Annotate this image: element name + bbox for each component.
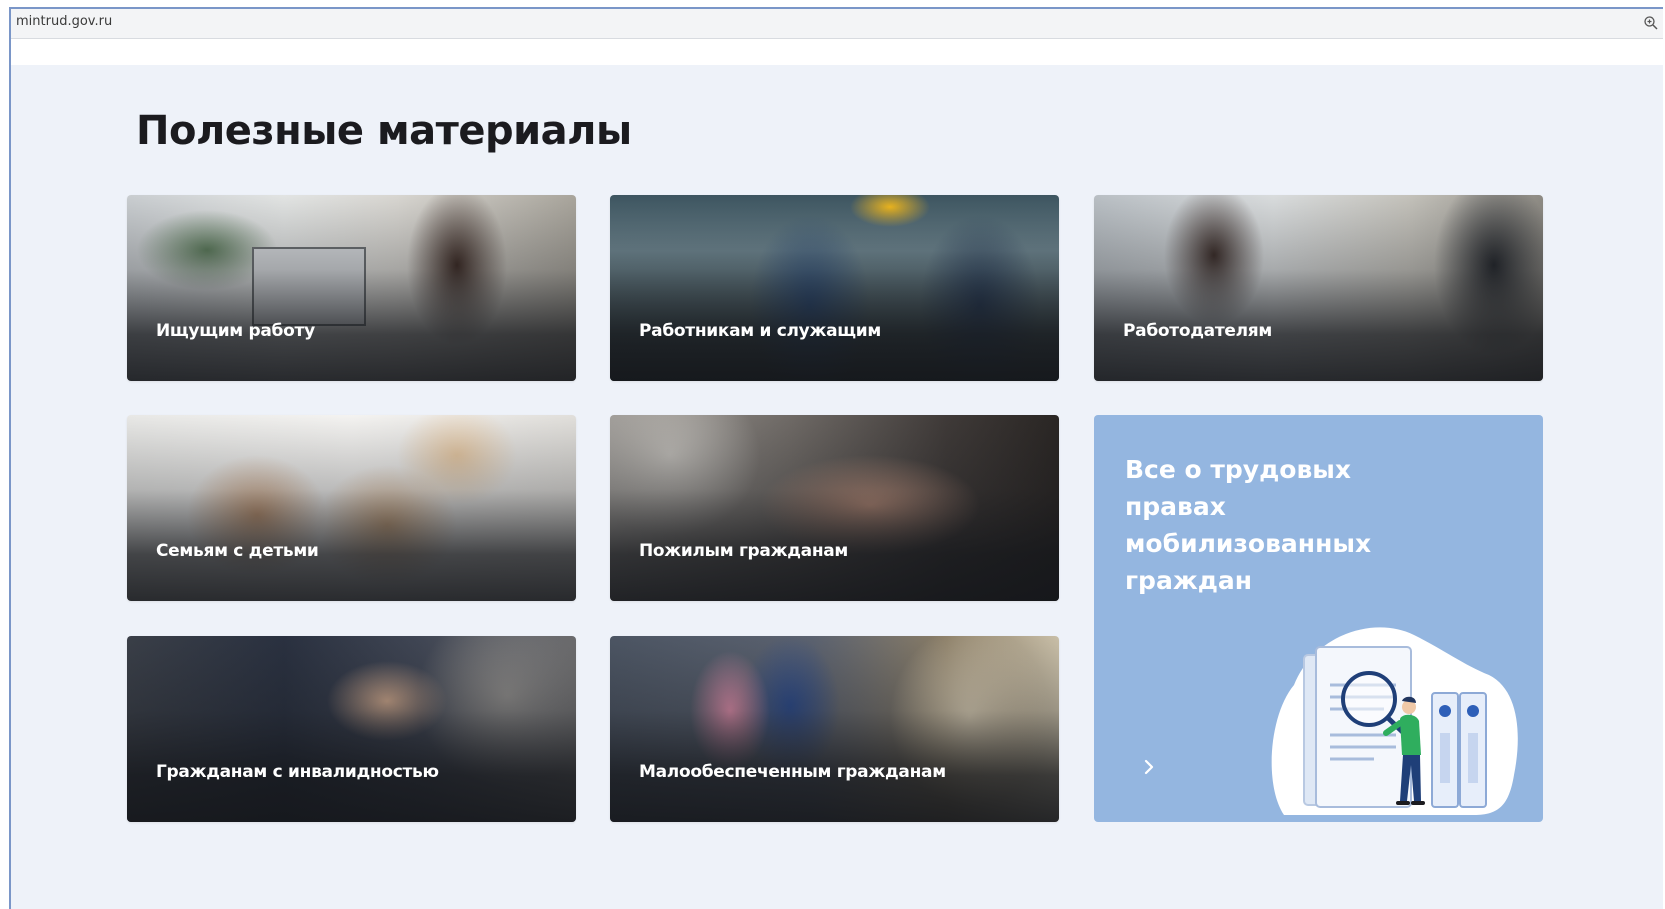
zoom-in-icon[interactable] [1643, 15, 1659, 31]
feature-title: Все о трудовых правах мобилизованных гра… [1125, 455, 1372, 595]
card-families[interactable]: Семьям с детьми [127, 415, 576, 601]
card-label: Гражданам с инвалидностью [156, 762, 439, 782]
card-employers[interactable]: Работодателям [1094, 195, 1543, 381]
card-low-income[interactable]: Малообеспеченным гражданам [610, 636, 1059, 822]
document-magnifier-illustration [1271, 627, 1518, 815]
url-text[interactable]: mintrud.gov.ru [16, 14, 112, 29]
card-label: Работодателям [1123, 321, 1272, 341]
useful-materials-section: Полезные материалы Ищущим работу Работни… [11, 65, 1663, 909]
card-elderly[interactable]: Пожилым гражданам [610, 415, 1059, 601]
card-disabled[interactable]: Гражданам с инвалидностью [127, 636, 576, 822]
card-label: Пожилым гражданам [639, 541, 849, 561]
browser-window: mintrud.gov.ru Полезные материалы Ищущим… [9, 7, 1663, 909]
card-job-seekers[interactable]: Ищущим работу [127, 195, 576, 381]
page-title: Полезные материалы [136, 108, 632, 154]
address-bar[interactable]: mintrud.gov.ru [11, 9, 1663, 39]
chevron-right-icon[interactable] [1142, 758, 1156, 776]
card-label: Ищущим работу [156, 321, 315, 341]
card-label: Работникам и служащим [639, 321, 881, 341]
mobilized-rights-card[interactable]: Все о трудовых правах мобилизованных гра… [1094, 415, 1543, 822]
card-label: Семьям с детьми [156, 541, 319, 561]
card-label: Малообеспеченным гражданам [639, 762, 946, 782]
card-employees[interactable]: Работникам и служащим [610, 195, 1059, 381]
